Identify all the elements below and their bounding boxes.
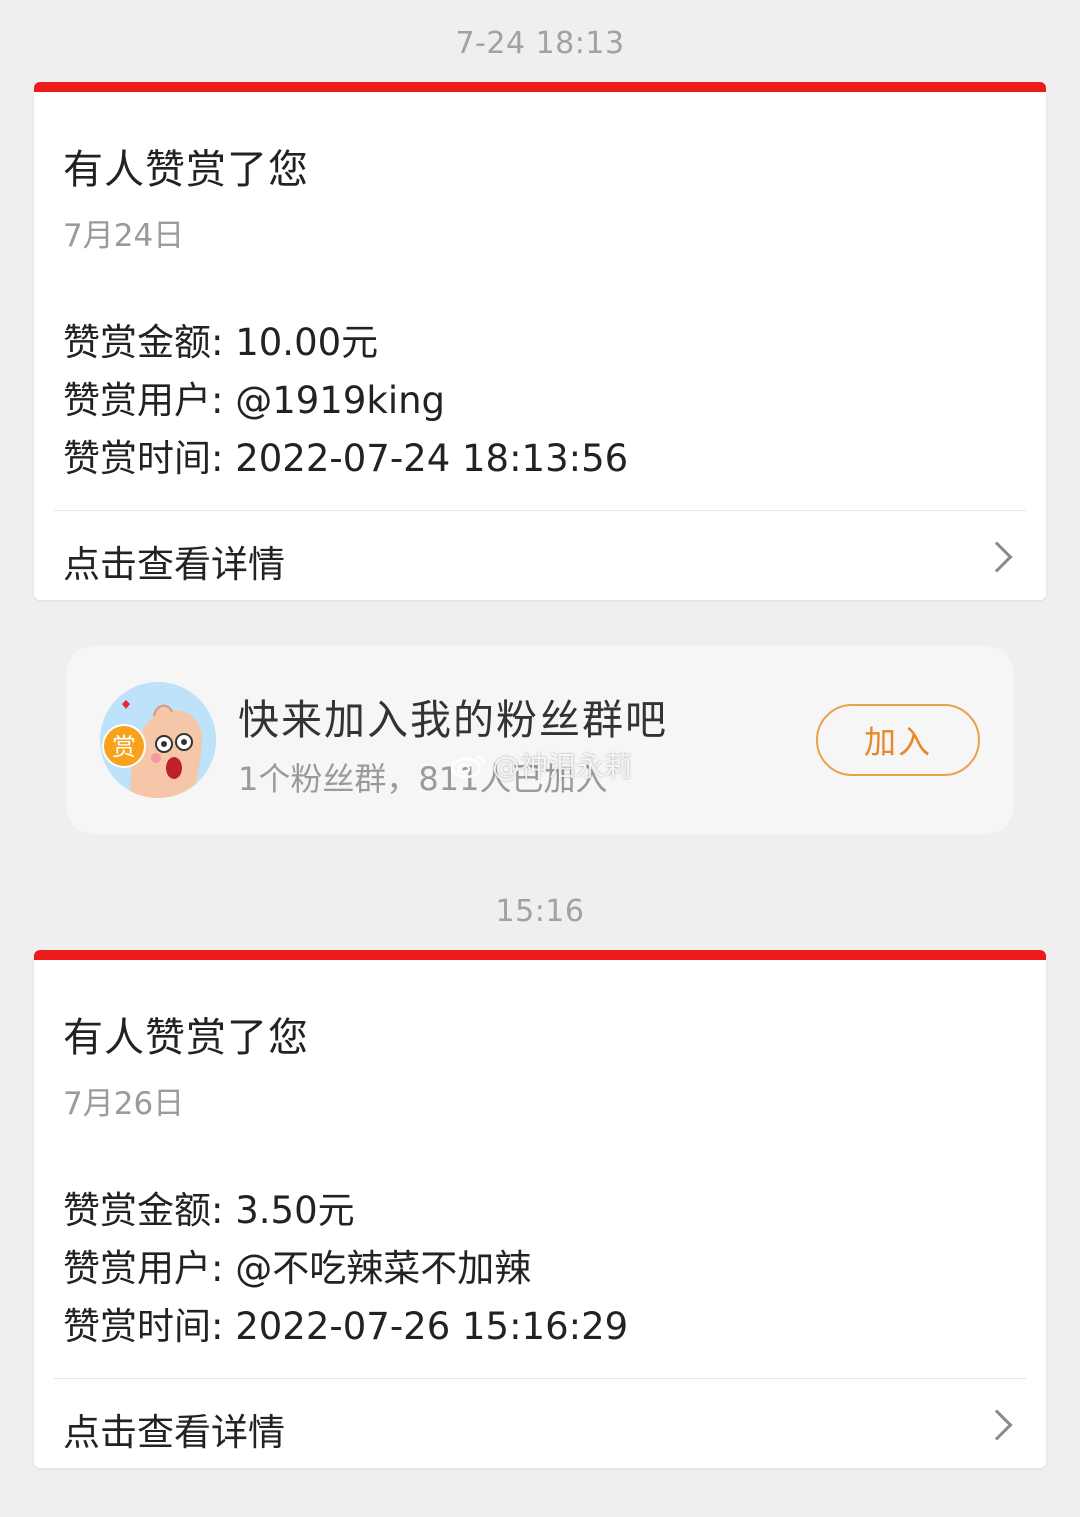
watermark-text: @神泪永莉 <box>492 750 633 783</box>
message-timestamp: 15:16 <box>495 894 585 929</box>
reward-amount: 赞赏金额: 10.00元 <box>63 321 379 364</box>
reward-card: 有人赞赏了您 7月24日 赞赏金额: 10.00元 赞赏用户: @1919kin… <box>34 82 1046 600</box>
view-details-link[interactable]: 点击查看详情 <box>34 1380 1046 1468</box>
card-accent-bar <box>34 950 1046 960</box>
fan-group-card[interactable]: 赏 快来加入我的粉丝群吧 1个粉丝群，811人已加入 加入 <box>66 646 1014 834</box>
view-details-label: 点击查看详情 <box>63 1411 285 1454</box>
avatar-badge-text: 赏 <box>112 733 136 761</box>
chevron-right-icon <box>981 1409 1013 1441</box>
card-date: 7月24日 <box>63 218 185 254</box>
card-accent-bar <box>34 82 1046 92</box>
message-feed: 7-24 18:13 有人赞赏了您 7月24日 赞赏金额: 10.00元 赞赏用… <box>0 0 1080 1517</box>
watermark: @神泪永莉 <box>448 745 632 785</box>
reward-amount: 赞赏金额: 3.50元 <box>63 1189 355 1232</box>
weibo-logo-icon <box>450 755 486 779</box>
view-details-label: 点击查看详情 <box>63 543 285 586</box>
reward-user: 赞赏用户: @1919king <box>63 379 446 422</box>
avatar-mascot-icon: 赏 <box>100 682 216 798</box>
reward-card: 有人赞赏了您 7月26日 赞赏金额: 3.50元 赞赏用户: @不吃辣菜不加辣 … <box>34 950 1046 1468</box>
chevron-right-icon <box>981 541 1013 573</box>
card-title: 有人赞赏了您 <box>63 1015 309 1061</box>
fan-group-title: 快来加入我的粉丝群吧 <box>238 696 668 744</box>
card-divider <box>54 1378 1026 1379</box>
reward-time: 赞赏时间: 2022-07-24 18:13:56 <box>63 437 629 480</box>
join-button[interactable]: 加入 <box>816 704 980 776</box>
reward-user: 赞赏用户: @不吃辣菜不加辣 <box>63 1247 532 1290</box>
message-timestamp: 7-24 18:13 <box>455 26 625 61</box>
reward-time: 赞赏时间: 2022-07-26 15:16:29 <box>63 1305 629 1348</box>
view-details-link[interactable]: 点击查看详情 <box>34 512 1046 600</box>
card-title: 有人赞赏了您 <box>63 147 309 193</box>
card-divider <box>54 510 1026 511</box>
card-date: 7月26日 <box>63 1086 185 1122</box>
